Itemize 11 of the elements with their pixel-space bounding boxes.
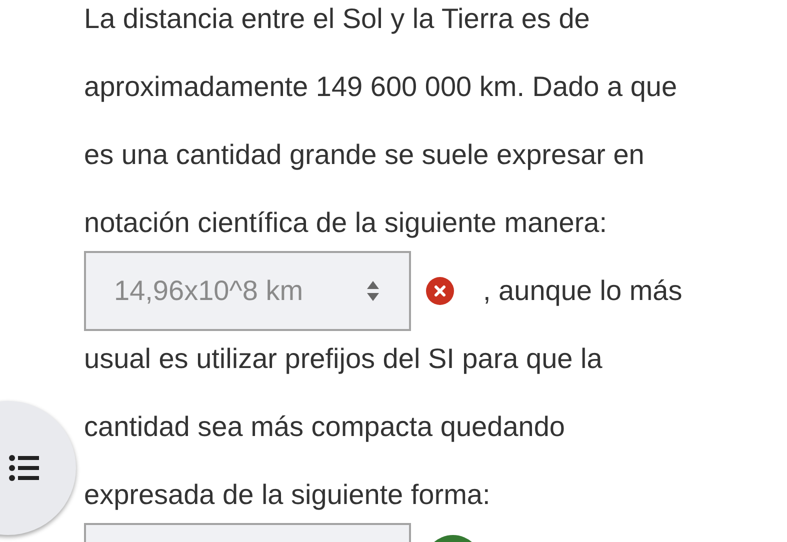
spinner-arrows-icon xyxy=(365,279,381,303)
answer-dropdown[interactable]: 14,96x10^8 km xyxy=(84,251,411,331)
question-text: , aunque lo más xyxy=(483,275,682,307)
question-text: La distancia entre el Sol y la Tierra es de xyxy=(84,3,590,35)
question-text: cantidad sea más compacta quedando xyxy=(84,411,565,443)
question-text: usual es utilizar prefijos del SI para que la xyxy=(84,343,602,375)
question-text: notación científica de la siguiente manera: xyxy=(84,207,607,239)
question-text: aproximadamente 149 600 000 km. Dado a que xyxy=(84,71,678,103)
question-text: es una cantidad grande se suele expresar en xyxy=(84,139,644,171)
question-text: expresada de la siguiente forma: xyxy=(84,479,490,511)
list-icon xyxy=(9,455,39,481)
